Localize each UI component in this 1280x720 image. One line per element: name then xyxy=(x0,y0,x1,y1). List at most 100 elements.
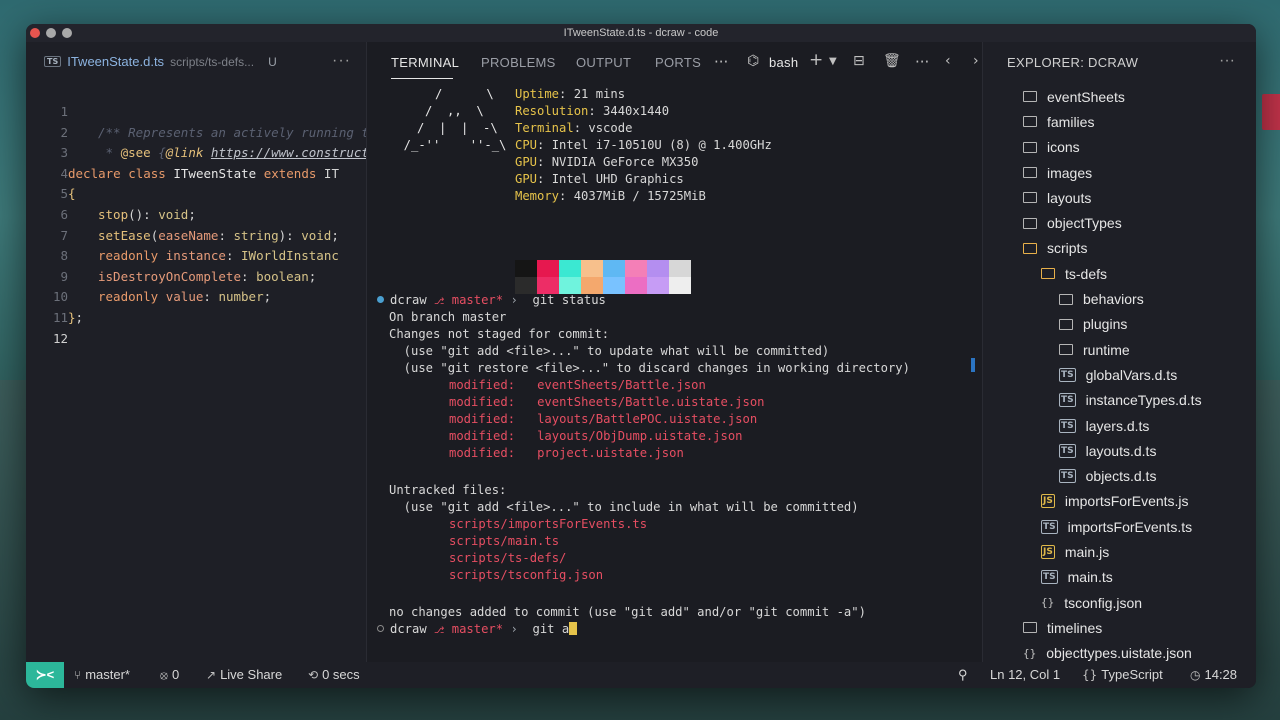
prompt-status-icon xyxy=(377,625,384,632)
maximize-window-button[interactable] xyxy=(62,28,72,38)
typescript-file-icon: TS xyxy=(44,56,62,67)
more-actions-icon[interactable]: ··· xyxy=(915,53,929,71)
output-line: Changes not staged for commit: xyxy=(389,327,610,341)
split-terminal-icon[interactable]: ⊟ xyxy=(853,53,865,69)
explorer-item[interactable]: JS main.js xyxy=(983,539,1256,564)
explorer-more-icon[interactable]: ··· xyxy=(1219,52,1235,70)
explorer-item[interactable]: TS main.ts xyxy=(983,565,1256,590)
broadcast-icon: ⦻ xyxy=(160,668,168,682)
sysinfo-gpu: GPU: Intel UHD Graphics xyxy=(515,172,684,186)
explorer-item[interactable]: objectTypes xyxy=(983,210,1256,235)
editor-tab-filename: ITweenState.d.ts xyxy=(67,54,165,69)
explorer-item-label: scripts xyxy=(1047,240,1088,257)
terminal-output[interactable]: / \ / ,, \ / | | -\ /_-'' ''-_\ Uptime: … xyxy=(367,84,983,688)
git-branch-status[interactable]: ⑂ master* xyxy=(74,667,130,682)
modified-file-line: modified: layouts/BattlePOC.uistate.json xyxy=(449,412,758,426)
explorer-item[interactable]: TS layouts.d.ts xyxy=(983,438,1256,463)
terminal-scrollbar[interactable] xyxy=(971,358,975,372)
code-line: 1 xyxy=(26,102,366,123)
explorer-item[interactable]: eventSheets xyxy=(983,84,1256,109)
explorer-item[interactable]: ts-defs xyxy=(983,261,1256,286)
sysinfo-terminal: Terminal: vscode xyxy=(515,121,633,135)
explorer-item[interactable]: TS globalVars.d.ts xyxy=(983,362,1256,387)
explorer-item[interactable]: TS layers.d.ts xyxy=(983,413,1256,438)
explorer-header: EXPLORER: DCRAW ··· xyxy=(983,42,1256,84)
explorer-item[interactable]: scripts xyxy=(983,236,1256,261)
tab-terminal[interactable]: TERMINAL xyxy=(391,55,459,70)
color-swatch xyxy=(647,260,669,294)
line-number: 10 xyxy=(52,289,68,305)
explorer-item-label: main.ts xyxy=(1067,569,1113,586)
live-share-button[interactable]: ↗ Live Share xyxy=(206,667,282,682)
panel-tab-bar: TERMINAL PROBLEMS OUTPUT PORTS ··· ⌬ bas… xyxy=(367,42,982,84)
color-swatch xyxy=(537,260,559,294)
status-bar: ≻< ⑂ master* ⦻ 0 ↗ Live Share ⟲ 0 secs ⚲ Ln … xyxy=(26,662,1256,688)
tab-output[interactable]: OUTPUT xyxy=(576,55,631,70)
code-line: 5{ xyxy=(26,184,366,205)
explorer-item[interactable]: layouts xyxy=(983,185,1256,210)
editor-more-icon[interactable]: ··· xyxy=(332,52,351,70)
trash-icon[interactable]: 🗑 xyxy=(883,53,901,69)
explorer-item[interactable]: runtime xyxy=(983,337,1256,362)
time-tracker[interactable]: ⟲ 0 secs xyxy=(308,667,360,682)
line-number: 2 xyxy=(60,124,68,140)
explorer-item[interactable]: timelines xyxy=(983,615,1256,640)
explorer-item[interactable]: TS instanceTypes.d.ts xyxy=(983,388,1256,413)
explorer-item-label: behaviors xyxy=(1083,291,1144,308)
explorer-item[interactable]: plugins xyxy=(983,312,1256,337)
code-line: 12 xyxy=(26,329,366,350)
terminal-shell-label[interactable]: bash xyxy=(769,55,798,70)
panel-more-icon[interactable]: ··· xyxy=(714,53,728,71)
minimize-window-button[interactable] xyxy=(46,28,56,38)
typescript-file-icon: TS xyxy=(1041,570,1058,585)
untracked-file-line: scripts/tsconfig.json xyxy=(449,568,604,582)
ports-status[interactable]: ⦻ 0 xyxy=(160,667,179,683)
folder-icon xyxy=(1023,622,1037,634)
tab-problems[interactable]: PROBLEMS xyxy=(481,55,556,70)
folder-icon xyxy=(1059,293,1073,305)
live-share-icon: ↗ xyxy=(206,668,217,682)
cursor-position[interactable]: Ln 12, Col 1 xyxy=(990,667,1060,682)
output-line: (use "git restore <file>..." to discard … xyxy=(389,361,910,375)
explorer-item[interactable]: icons xyxy=(983,135,1256,160)
editor-tab-path: scripts/ts-defs... xyxy=(170,54,255,69)
chevron-right-icon[interactable]: › xyxy=(973,53,979,69)
prompt-line[interactable]: dcraw ⎇ master* › git a xyxy=(377,621,578,640)
editor-tab[interactable]: TS ITweenState.d.ts scripts/ts-defs... U xyxy=(44,54,277,69)
explorer-item[interactable]: behaviors xyxy=(983,286,1256,311)
explorer-item-label: images xyxy=(1047,164,1093,181)
tab-ports[interactable]: PORTS xyxy=(655,55,701,70)
javascript-file-icon: JS xyxy=(1041,494,1055,509)
modified-file-line: modified: eventSheets/Battle.json xyxy=(449,378,706,392)
line-number: 8 xyxy=(60,248,68,264)
clock-history-icon: ⟲ xyxy=(308,668,319,682)
folder-icon xyxy=(1023,141,1037,153)
desktop-file-icon[interactable] xyxy=(1262,94,1280,130)
explorer-item[interactable]: families xyxy=(983,109,1256,134)
javascript-file-icon: JS xyxy=(1041,544,1055,559)
color-swatches xyxy=(515,260,691,294)
explorer-item[interactable]: TS importsForEvents.ts xyxy=(983,514,1256,539)
explorer-item[interactable]: {} tsconfig.json xyxy=(983,590,1256,615)
explorer-item[interactable]: images xyxy=(983,160,1256,185)
remote-indicator-icon[interactable]: ≻< xyxy=(26,662,64,688)
chevron-left-icon[interactable]: ‹ xyxy=(945,53,951,69)
code-area[interactable]: 1 2/** Represents an actively running t … xyxy=(26,102,366,349)
explorer-item-label: tsconfig.json xyxy=(1064,594,1143,611)
sysinfo-resolution: Resolution: 3440x1440 xyxy=(515,104,670,118)
new-terminal-icon[interactable]: + xyxy=(809,50,823,70)
explorer-item[interactable]: TS objects.d.ts xyxy=(983,463,1256,488)
output-line: (use "git add <file>..." to include in w… xyxy=(389,500,859,514)
language-mode[interactable]: {} TypeScript xyxy=(1082,667,1163,682)
sysinfo-gpu: GPU: NVIDIA GeForce MX350 xyxy=(515,155,699,169)
chevron-down-icon[interactable]: ▼ xyxy=(829,56,837,67)
explorer-item[interactable]: JS importsForEvents.js xyxy=(983,489,1256,514)
close-window-button[interactable] xyxy=(30,28,40,38)
line-number: 12 xyxy=(52,330,68,346)
ascii-logo-line: / | | -\ xyxy=(395,121,498,135)
code-editor[interactable]: TS ITweenState.d.ts scripts/ts-defs... U… xyxy=(26,42,366,662)
pin-icon[interactable]: ⚲ xyxy=(958,667,968,683)
modified-file-line: modified: project.uistate.json xyxy=(449,446,684,460)
typescript-file-icon: TS xyxy=(1059,393,1076,408)
folder-icon xyxy=(1023,217,1037,229)
